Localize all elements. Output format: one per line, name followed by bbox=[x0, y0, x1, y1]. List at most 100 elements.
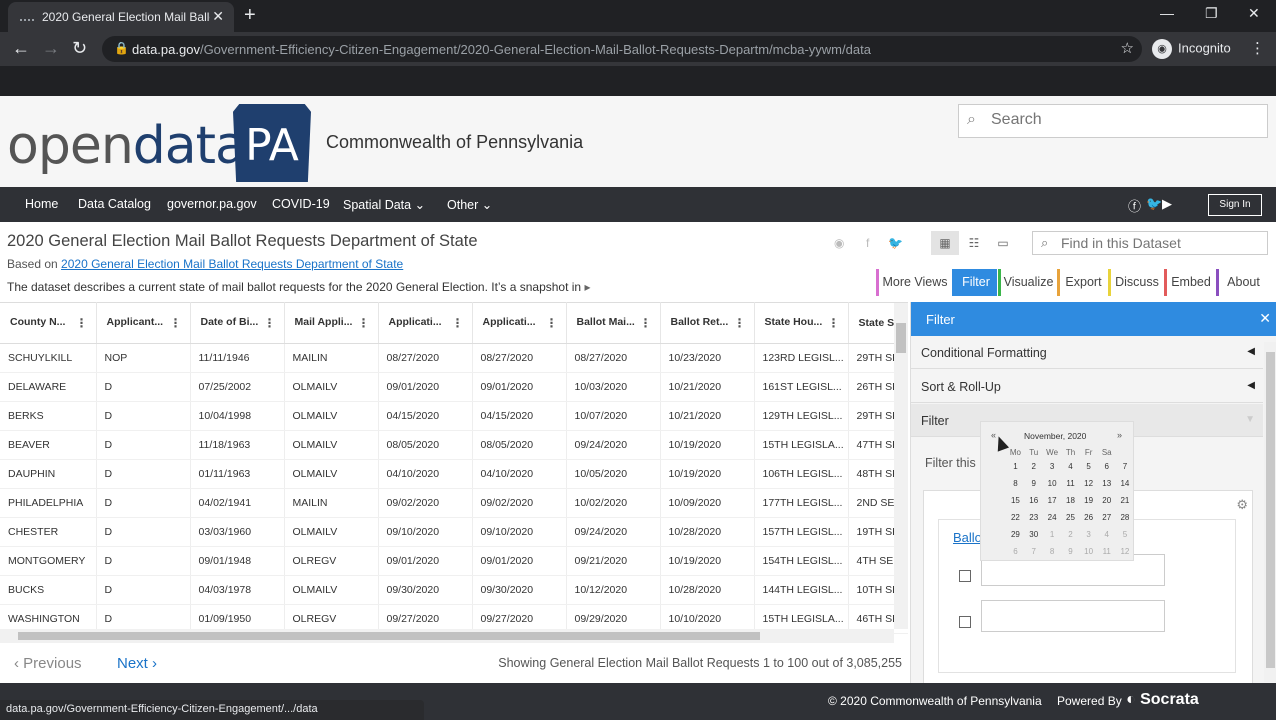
filter-value-field-2[interactable] bbox=[981, 600, 1165, 632]
sign-in-button[interactable]: Sign In bbox=[1208, 194, 1262, 216]
nav-data-catalog[interactable]: Data Catalog bbox=[78, 197, 151, 211]
calendar-day[interactable]: 13 bbox=[1098, 475, 1116, 492]
calendar-day[interactable]: 16 bbox=[1025, 492, 1043, 509]
expand-description-icon[interactable]: ▸ bbox=[584, 280, 590, 294]
calendar-day[interactable]: 8 bbox=[1043, 543, 1062, 560]
calendar-day[interactable]: 6 bbox=[1098, 458, 1116, 475]
browser-tab[interactable]: 2020 General Election Mail Ballot ✕ bbox=[8, 2, 234, 32]
column-header[interactable]: Mail Appli... ⋮ bbox=[284, 302, 379, 344]
calendar-day[interactable]: 7 bbox=[1116, 458, 1134, 475]
column-menu-icon[interactable]: ⋮ bbox=[170, 316, 182, 330]
based-on-link[interactable]: 2020 General Election Mail Ballot Reques… bbox=[61, 257, 403, 271]
calendar-day[interactable]: 24 bbox=[1043, 509, 1062, 526]
calendar-day[interactable]: 27 bbox=[1098, 509, 1116, 526]
find-input[interactable] bbox=[1061, 235, 1261, 251]
list-view-icon[interactable]: ☷ bbox=[960, 231, 988, 255]
sidebar-scroll-thumb[interactable] bbox=[1266, 352, 1275, 668]
calendar-day[interactable]: 6 bbox=[1006, 543, 1025, 560]
restore-icon[interactable]: ❐ bbox=[1205, 5, 1218, 22]
grid-view-icon[interactable]: ▦ bbox=[931, 231, 959, 255]
column-menu-icon[interactable]: ⋮ bbox=[640, 316, 652, 330]
calendar-day[interactable]: 1 bbox=[1006, 458, 1025, 475]
table-row[interactable]: CHESTER D 03/03/1960 OLMAILV 09/10/2020 09/10… bbox=[0, 517, 908, 547]
calendar-day[interactable]: 18 bbox=[1061, 492, 1079, 509]
grid-horizontal-scrollbar[interactable] bbox=[0, 629, 894, 643]
table-row[interactable]: SCHUYLKILL NOP 11/11/1946 MAILIN 08/27/2020 0… bbox=[0, 343, 908, 373]
facebook-icon[interactable]: ⓕ bbox=[1128, 196, 1141, 215]
calendar-day[interactable]: 3 bbox=[1080, 526, 1098, 543]
filter-column-link[interactable]: Ballo bbox=[953, 530, 982, 545]
calendar-day[interactable]: 30 bbox=[1025, 526, 1043, 543]
column-menu-icon[interactable]: ⋮ bbox=[452, 316, 464, 330]
calendar-day[interactable]: 23 bbox=[1025, 509, 1043, 526]
table-row[interactable]: BUCKS D 04/03/1978 OLMAILV 09/30/2020 09/30/2… bbox=[0, 575, 908, 605]
column-header[interactable]: Applicati... ⋮ bbox=[472, 302, 567, 344]
socrata-logo[interactable]: ◐ Socrata bbox=[1126, 691, 1199, 709]
column-menu-icon[interactable]: ⋮ bbox=[358, 316, 370, 330]
calendar-day[interactable]: 12 bbox=[1116, 543, 1134, 560]
column-menu-icon[interactable]: ⋮ bbox=[828, 316, 840, 330]
calendar-day[interactable]: 26 bbox=[1080, 509, 1098, 526]
action-visualize[interactable]: Visualize bbox=[998, 269, 1056, 296]
column-header[interactable]: Applicati... ⋮ bbox=[378, 302, 473, 344]
column-menu-icon[interactable]: ⋮ bbox=[546, 316, 558, 330]
calendar-day[interactable]: 4 bbox=[1098, 526, 1116, 543]
nav-spatial-data[interactable]: Spatial Data ⌄ bbox=[343, 197, 425, 212]
calendar-day[interactable]: 2 bbox=[1025, 458, 1043, 475]
close-tab-icon[interactable]: ✕ bbox=[212, 8, 224, 25]
address-bar[interactable]: 🔒 data.pa.gov/Government-Efficiency-Citi… bbox=[102, 36, 1142, 62]
section-sort-rollup[interactable]: Sort & Roll-Up ◀ bbox=[911, 370, 1263, 403]
column-header[interactable]: Ballot Mai... ⋮ bbox=[566, 302, 661, 344]
grid-horizontal-thumb[interactable] bbox=[18, 632, 760, 640]
calendar-day[interactable]: 9 bbox=[1061, 543, 1079, 560]
column-menu-icon[interactable]: ⋮ bbox=[734, 316, 746, 330]
calendar-day[interactable]: 7 bbox=[1025, 543, 1043, 560]
table-row[interactable]: DELAWARE D 07/25/2002 OLMAILV 09/01/2020 09/0… bbox=[0, 372, 908, 402]
calendar-day[interactable]: 28 bbox=[1116, 509, 1134, 526]
bookmark-star-icon[interactable]: ☆ bbox=[1121, 39, 1134, 57]
column-header[interactable]: Applicant... ⋮ bbox=[96, 302, 191, 344]
calendar-day[interactable]: 11 bbox=[1098, 543, 1116, 560]
forward-icon[interactable]: → bbox=[42, 38, 60, 59]
calendar-day[interactable]: 12 bbox=[1080, 475, 1098, 492]
page-view-icon[interactable]: ▭ bbox=[989, 231, 1017, 255]
calendar-day[interactable]: 20 bbox=[1098, 492, 1116, 509]
calendar-day[interactable]: 25 bbox=[1061, 509, 1079, 526]
calendar-day[interactable]: 21 bbox=[1116, 492, 1134, 509]
logo-wordmark[interactable]: opendata bbox=[7, 116, 247, 176]
table-row[interactable]: DAUPHIN D 01/11/1963 OLMAILV 04/10/2020 04/10… bbox=[0, 459, 908, 489]
column-menu-icon[interactable]: ⋮ bbox=[76, 316, 88, 330]
calendar-day[interactable]: 14 bbox=[1116, 475, 1134, 492]
logo-keystone[interactable]: PA bbox=[233, 104, 311, 182]
youtube-icon[interactable]: ▶ bbox=[1162, 196, 1172, 212]
column-header[interactable]: Ballot Ret... ⋮ bbox=[660, 302, 755, 344]
search-input[interactable] bbox=[991, 111, 1261, 129]
share-facebook-icon[interactable]: f bbox=[866, 236, 869, 250]
gear-icon[interactable]: ⚙ bbox=[1236, 497, 1248, 513]
nav-governor[interactable]: governor.pa.gov bbox=[167, 197, 257, 211]
action-filter[interactable]: Filter bbox=[952, 269, 997, 296]
nav-other[interactable]: Other ⌄ bbox=[447, 197, 492, 212]
calendar-day[interactable]: 10 bbox=[1043, 475, 1062, 492]
calendar-day[interactable]: 2 bbox=[1061, 526, 1079, 543]
table-row[interactable]: BEAVER D 11/18/1963 OLMAILV 08/05/2020 08/05/… bbox=[0, 430, 908, 460]
calendar-day[interactable]: 4 bbox=[1061, 458, 1079, 475]
twitter-icon[interactable]: 🐦 bbox=[1146, 196, 1162, 212]
filter-checkbox-2[interactable] bbox=[959, 616, 971, 628]
new-tab-icon[interactable]: + bbox=[244, 4, 256, 27]
calendar-day[interactable]: 3 bbox=[1043, 458, 1062, 475]
table-row[interactable]: MONTGOMERY D 09/01/1948 OLREGV 09/01/2020 09/… bbox=[0, 546, 908, 576]
browser-menu-icon[interactable]: ⋮ bbox=[1250, 39, 1265, 57]
close-window-icon[interactable]: ✕ bbox=[1248, 5, 1260, 22]
reload-icon[interactable]: ↻ bbox=[72, 38, 87, 59]
next-month-button[interactable]: » bbox=[1117, 430, 1122, 440]
calendar-day[interactable]: 19 bbox=[1080, 492, 1098, 509]
share-twitter-icon[interactable]: 🐦 bbox=[888, 236, 903, 250]
action-export[interactable]: Export bbox=[1057, 269, 1107, 296]
action-discuss[interactable]: Discuss bbox=[1108, 269, 1163, 296]
back-icon[interactable]: ← bbox=[12, 38, 30, 59]
calendar-day[interactable]: 10 bbox=[1080, 543, 1098, 560]
calendar-day[interactable]: 17 bbox=[1043, 492, 1062, 509]
column-header[interactable]: Date of Bi... ⋮ bbox=[190, 302, 285, 344]
rss-icon[interactable]: ◉ bbox=[834, 236, 844, 250]
